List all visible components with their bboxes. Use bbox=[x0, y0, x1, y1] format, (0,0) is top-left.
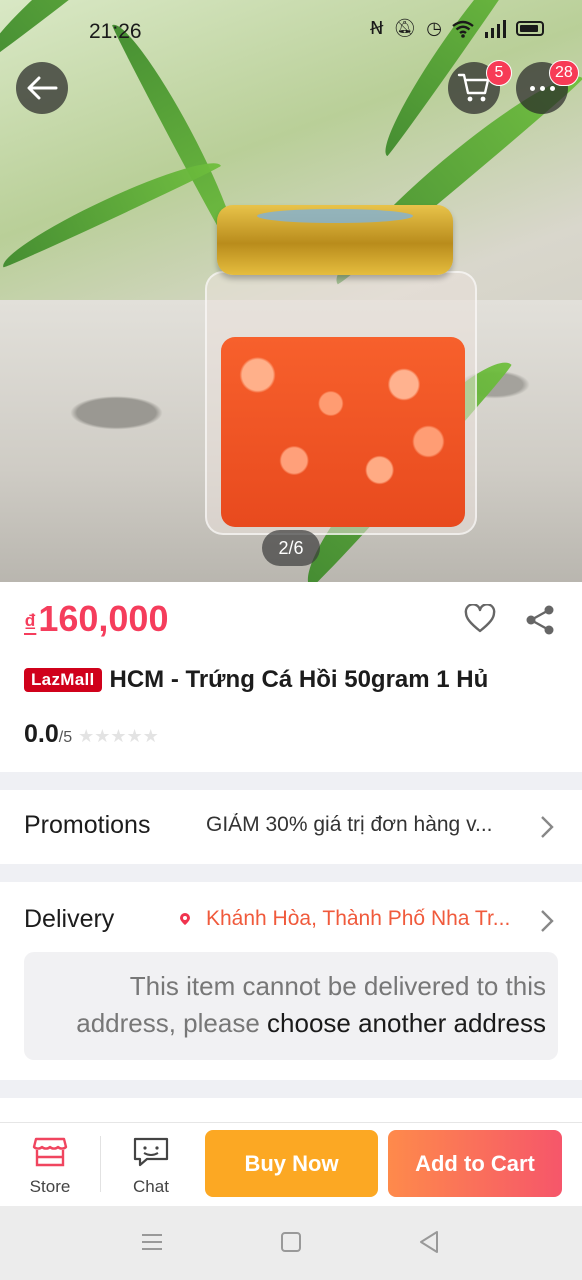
divider bbox=[100, 1136, 101, 1192]
more-badge: 28 bbox=[549, 60, 579, 86]
promotions-value[interactable]: GIẢM 30% giá trị đơn hàng v... bbox=[206, 813, 518, 837]
home-icon[interactable] bbox=[280, 1230, 302, 1254]
salmon-roe bbox=[221, 337, 465, 527]
delivery-warning: This item cannot be delivered to this ad… bbox=[24, 952, 558, 1060]
choose-address-link[interactable]: choose another address bbox=[267, 1008, 546, 1038]
chat-button[interactable]: Chat bbox=[121, 1136, 181, 1197]
add-to-cart-button[interactable]: Add to Cart bbox=[388, 1130, 562, 1197]
buy-now-button[interactable]: Buy Now bbox=[205, 1130, 378, 1197]
back-arrow-icon bbox=[27, 76, 58, 100]
chevron-right-icon[interactable] bbox=[540, 909, 554, 933]
cart-badge: 5 bbox=[486, 60, 512, 86]
store-icon bbox=[32, 1137, 68, 1167]
price-value: 160,000 bbox=[38, 598, 169, 639]
mute-icon: 🔕︎ bbox=[393, 18, 417, 38]
more-icon bbox=[529, 85, 555, 91]
jar-body bbox=[205, 271, 477, 535]
store-label: Store bbox=[29, 1177, 71, 1196]
signal-icon bbox=[485, 19, 506, 38]
product-title: HCM - Trứng Cá Hồi 50gram 1 Hủ bbox=[109, 666, 489, 693]
chat-icon bbox=[133, 1137, 169, 1167]
jar-lid bbox=[217, 205, 453, 275]
chevron-right-icon[interactable] bbox=[540, 815, 554, 839]
heart-icon[interactable] bbox=[464, 604, 496, 634]
menu-icon[interactable] bbox=[140, 1230, 164, 1254]
chat-label: Chat bbox=[133, 1177, 169, 1196]
back-button[interactable] bbox=[16, 62, 68, 114]
status-time: 21:26 bbox=[89, 20, 142, 43]
product-page: 21:26 Ꞥ 🔕︎ ◷ 5 28 2/6 ₫ 160,000 LazMall … bbox=[0, 0, 582, 1280]
product-title-row: LazMall HCM - Trứng Cá Hồi 50gram 1 Hủ bbox=[24, 666, 488, 694]
rating-value: 0.0 bbox=[24, 720, 59, 748]
delivery-location[interactable]: Khánh Hòa, Thành Phố Nha Tr... bbox=[206, 907, 532, 931]
leaf-decoration bbox=[0, 149, 222, 270]
roe-jar-image bbox=[205, 205, 477, 535]
battery-icon bbox=[516, 21, 544, 36]
location-pin-icon bbox=[180, 913, 190, 925]
promotions-label: Promotions bbox=[24, 811, 151, 839]
rating-max: /5 bbox=[58, 729, 73, 746]
delivery-label: Delivery bbox=[24, 905, 115, 933]
wifi-icon bbox=[452, 20, 474, 38]
status-icons: Ꞥ 🔕︎ ◷ bbox=[370, 18, 544, 39]
store-button[interactable]: Store bbox=[20, 1136, 80, 1197]
alarm-icon: ◷ bbox=[426, 18, 442, 38]
rating-stars: ★★★★★ bbox=[78, 726, 159, 746]
product-price: ₫ 160,000 bbox=[24, 598, 168, 640]
image-pager: 2/6 bbox=[262, 530, 320, 566]
share-icon[interactable] bbox=[524, 604, 556, 636]
nfc-icon: Ꞥ bbox=[369, 18, 384, 38]
lazmall-badge: LazMall bbox=[24, 668, 102, 692]
back-icon[interactable] bbox=[417, 1230, 441, 1254]
currency-symbol: ₫ bbox=[24, 610, 37, 637]
rating-row[interactable]: 0.0 /5 ★★★★★ bbox=[24, 720, 159, 749]
